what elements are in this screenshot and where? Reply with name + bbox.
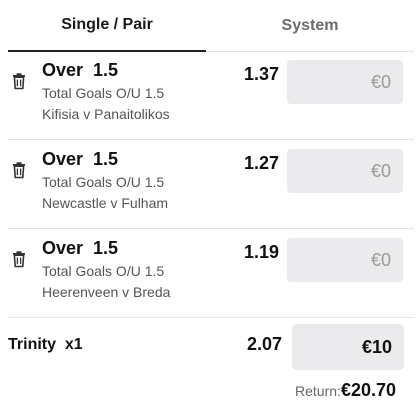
bet-row: Over 1.5 Total Goals O/U 1.5 Newcastle v… <box>8 141 414 229</box>
match-name: Kifisia v Panaitolikos <box>42 106 170 122</box>
odds-value: 1.37 <box>243 64 279 84</box>
market-name: Total Goals O/U 1.5 <box>42 263 165 279</box>
trash-icon[interactable] <box>10 72 28 90</box>
system-bet-name: Trinity x1 <box>8 336 83 353</box>
trash-icon[interactable] <box>10 250 28 268</box>
bet-type-tabs: Single / Pair System <box>8 0 414 52</box>
system-odds-value: 2.07 <box>246 334 282 354</box>
stake-input[interactable]: €0 <box>287 60 403 104</box>
stake-input[interactable]: €0 <box>287 149 403 193</box>
selection-name: Over 1.5 <box>42 238 119 258</box>
selection-name: Over 1.5 <box>42 60 119 80</box>
tab-system[interactable]: System <box>206 0 414 51</box>
odds-value: 1.19 <box>243 242 279 262</box>
bet-row: Over 1.5 Total Goals O/U 1.5 Kifisia v P… <box>8 52 414 140</box>
match-name: Newcastle v Fulham <box>42 195 169 211</box>
system-bet-row: Trinity x1 2.07 €10 <box>8 320 414 380</box>
match-name: Heerenveen v Breda <box>42 284 171 300</box>
return-label: Return: <box>295 383 341 399</box>
selection-name: Over 1.5 <box>42 149 119 169</box>
system-stake-input[interactable]: €10 <box>292 324 404 370</box>
market-name: Total Goals O/U 1.5 <box>42 174 165 190</box>
potential-return: Return: €20.70 <box>295 380 396 401</box>
tab-single-pair[interactable]: Single / Pair <box>8 0 206 52</box>
odds-value: 1.27 <box>243 153 279 173</box>
stake-input[interactable]: €0 <box>287 238 403 282</box>
bet-row: Over 1.5 Total Goals O/U 1.5 Heerenveen … <box>8 230 414 318</box>
market-name: Total Goals O/U 1.5 <box>42 85 165 101</box>
trash-icon[interactable] <box>10 161 28 179</box>
return-amount: €20.70 <box>340 380 396 400</box>
